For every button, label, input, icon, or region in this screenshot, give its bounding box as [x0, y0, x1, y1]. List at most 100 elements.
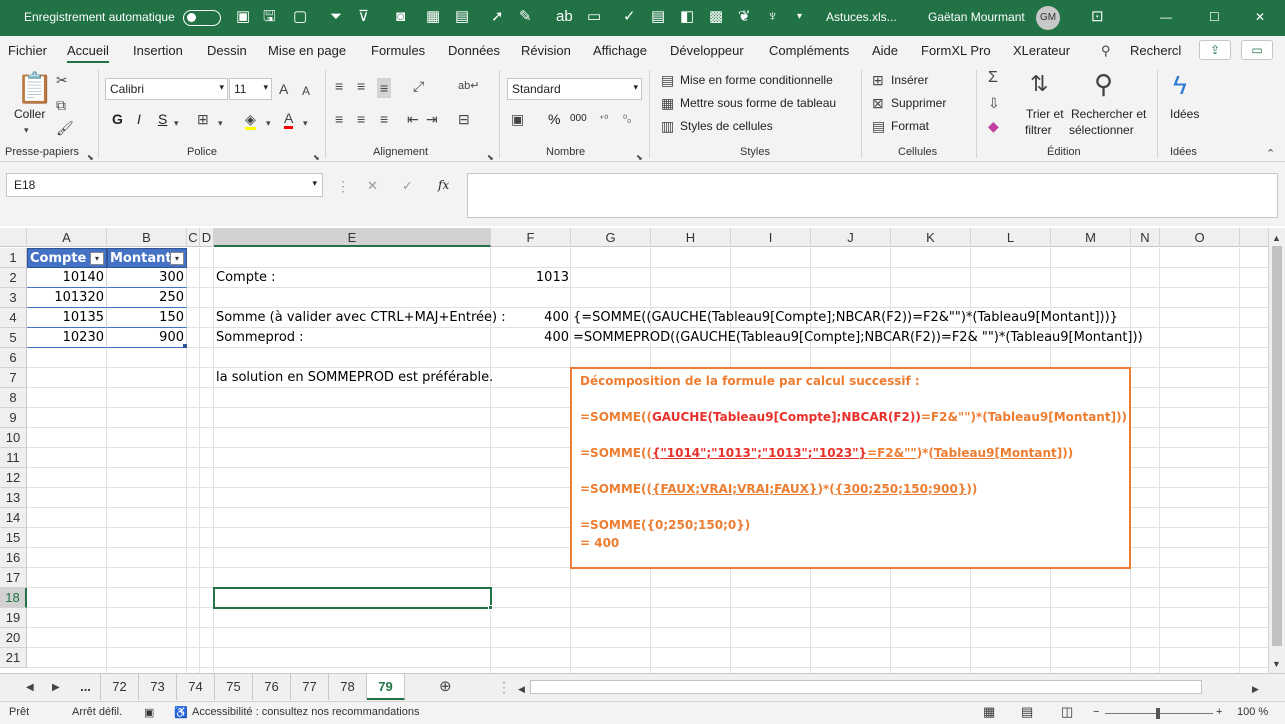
delete-cells-button[interactable]: Supprimer [891, 96, 946, 110]
scroll-left-icon[interactable]: ◀ [518, 681, 525, 697]
filter-icon[interactable]: ⏷ [330, 8, 342, 26]
autosum-icon[interactable]: Σ [988, 70, 998, 86]
row-header[interactable]: 9 [0, 408, 27, 428]
checker-icon[interactable]: ▩ [709, 8, 723, 26]
cancel-button[interactable]: ✕ [367, 178, 378, 194]
column-header[interactable]: D [200, 228, 214, 247]
save-icon[interactable]: ▣ [236, 8, 250, 26]
underline-button[interactable]: S [158, 111, 167, 127]
accessibility-icon[interactable]: ♿ [174, 706, 188, 719]
row-header[interactable]: 19 [0, 608, 27, 628]
tab-splitter-icon[interactable]: ⋮ [497, 679, 511, 695]
cell-f5[interactable]: 400 [491, 328, 571, 348]
scroll-down-icon[interactable]: ▼ [1272, 656, 1281, 672]
zoom-out-icon[interactable]: − [1093, 706, 1099, 718]
cell-f2[interactable]: 1013 [491, 268, 571, 288]
table-cell[interactable]: 250 [107, 288, 187, 308]
insert-cells-icon[interactable]: ⊞ [872, 72, 884, 88]
clear-filter-icon[interactable]: ⊽ [358, 8, 369, 26]
bold-button[interactable]: G [112, 111, 123, 127]
align-center-icon[interactable]: ≡ [357, 111, 365, 127]
column-header[interactable]: K [891, 228, 971, 247]
fill-dropdown-icon[interactable]: ▾ [266, 115, 271, 131]
bird-icon[interactable]: ❦ [738, 8, 751, 26]
fill-handle[interactable] [488, 605, 493, 610]
row-header[interactable]: 1 [0, 248, 27, 268]
row-header[interactable]: 21 [0, 648, 27, 668]
row-header[interactable]: 11 [0, 448, 27, 468]
column-header[interactable]: J [811, 228, 891, 247]
zoom-slider-thumb[interactable] [1156, 708, 1160, 719]
customize-qat-icon[interactable]: ▾ [797, 8, 802, 26]
fill-color-icon[interactable]: ◈ [245, 111, 256, 130]
copy-icon[interactable]: ⧉ [56, 97, 66, 113]
decrease-indent-icon[interactable]: ⇤ [407, 111, 419, 127]
align-middle-icon[interactable]: ≡ [357, 78, 365, 94]
align-right-icon[interactable]: ≡ [380, 111, 388, 127]
column-header[interactable]: C [187, 228, 200, 247]
table-header-montant[interactable]: Montant ▾ [107, 248, 187, 268]
tab-xlerateur[interactable]: XLerateur [1013, 43, 1070, 58]
paste-button[interactable]: Coller [14, 107, 45, 121]
row-header[interactable]: 16 [0, 548, 27, 568]
zoom-in-icon[interactable]: + [1216, 706, 1222, 718]
cut-icon[interactable]: ✂ [56, 72, 68, 88]
name-box[interactable]: E18 ▾ [6, 173, 323, 197]
cell-g5[interactable]: =SOMMEPROD((GAUCHE(Tableau9[Compte];NBCA… [571, 328, 1145, 348]
column-header[interactable]: I [731, 228, 811, 247]
table-cell[interactable]: 10140 [27, 268, 107, 288]
enter-button[interactable]: ✓ [402, 178, 413, 194]
sheet-tab[interactable]: 77 [291, 674, 329, 700]
cell-e4[interactable]: Somme (à valider avec CTRL+MAJ+Entrée) : [214, 308, 508, 328]
tab-insertion[interactable]: Insertion [133, 43, 183, 58]
table-cell[interactable]: 10135 [27, 308, 107, 328]
strikethrough-icon[interactable]: ab [556, 8, 573, 26]
column-header[interactable]: E [214, 228, 491, 247]
decrease-decimal-icon[interactable]: ⁰₀ [623, 112, 631, 128]
borders-dropdown-icon[interactable]: ▾ [218, 115, 223, 131]
tab-donnees[interactable]: Données [448, 43, 500, 58]
tab-aide[interactable]: Aide [872, 43, 898, 58]
column-header[interactable]: O [1160, 228, 1240, 247]
tab-complements[interactable]: Compléments [769, 43, 849, 58]
column-header[interactable]: B [107, 228, 187, 247]
sheet-tab-ellipsis[interactable]: ... [71, 674, 101, 700]
row-header[interactable]: 7 [0, 368, 27, 388]
sort-filter-label-1[interactable]: Trier et [1026, 107, 1064, 121]
select-cursor-icon[interactable]: ➚ [491, 8, 504, 26]
sheet-tab[interactable]: 75 [215, 674, 253, 700]
align-bottom-icon[interactable]: ≡ [377, 78, 392, 98]
row-header[interactable]: 15 [0, 528, 27, 548]
sort-filter-icon[interactable]: ⇅ [1030, 72, 1048, 96]
find-select-label-1[interactable]: Rechercher et [1071, 107, 1146, 121]
close-button[interactable]: ✕ [1255, 10, 1265, 24]
row-header[interactable]: 12 [0, 468, 27, 488]
column-header[interactable]: H [651, 228, 731, 247]
minimize-button[interactable]: — [1160, 10, 1172, 24]
format-table-button[interactable]: Mettre sous forme de tableau [680, 96, 836, 110]
font-color-dropdown-icon[interactable]: ▾ [303, 115, 308, 131]
formula-breakdown-textbox[interactable]: Décomposition de la formule par calcul s… [570, 367, 1131, 569]
ideas-icon[interactable]: ϟ [1173, 70, 1187, 100]
tab-accueil[interactable]: Accueil [67, 43, 109, 63]
select-all-corner[interactable] [0, 228, 27, 247]
tab-dessin[interactable]: Dessin [207, 43, 247, 58]
hierarchy-icon[interactable]: ♆ [767, 8, 778, 26]
table-cell[interactable]: 300 [107, 268, 187, 288]
increase-indent-icon[interactable]: ⇥ [426, 111, 438, 127]
tab-mise-en-page[interactable]: Mise en page [268, 43, 346, 58]
paste-dropdown-icon[interactable]: ▾ [24, 122, 29, 138]
vertical-scrollbar[interactable]: ▲ ▼ [1268, 228, 1285, 673]
edit-icon[interactable]: ✎ [519, 8, 532, 26]
table-cell[interactable]: 101320 [27, 288, 107, 308]
save-disk-icon[interactable]: 🖫 [263, 8, 276, 26]
cell-e2[interactable]: Compte : [214, 268, 278, 288]
column-header[interactable]: M [1051, 228, 1131, 247]
wrap-text-icon[interactable]: ab↵ [458, 78, 479, 94]
percent-button[interactable]: % [548, 111, 560, 127]
column-header[interactable]: L [971, 228, 1051, 247]
table-cell[interactable]: 150 [107, 308, 187, 328]
window-icon[interactable]: ▭ [587, 8, 601, 26]
image-icon[interactable]: ▦ [426, 8, 440, 26]
formula-input[interactable] [467, 173, 1278, 218]
